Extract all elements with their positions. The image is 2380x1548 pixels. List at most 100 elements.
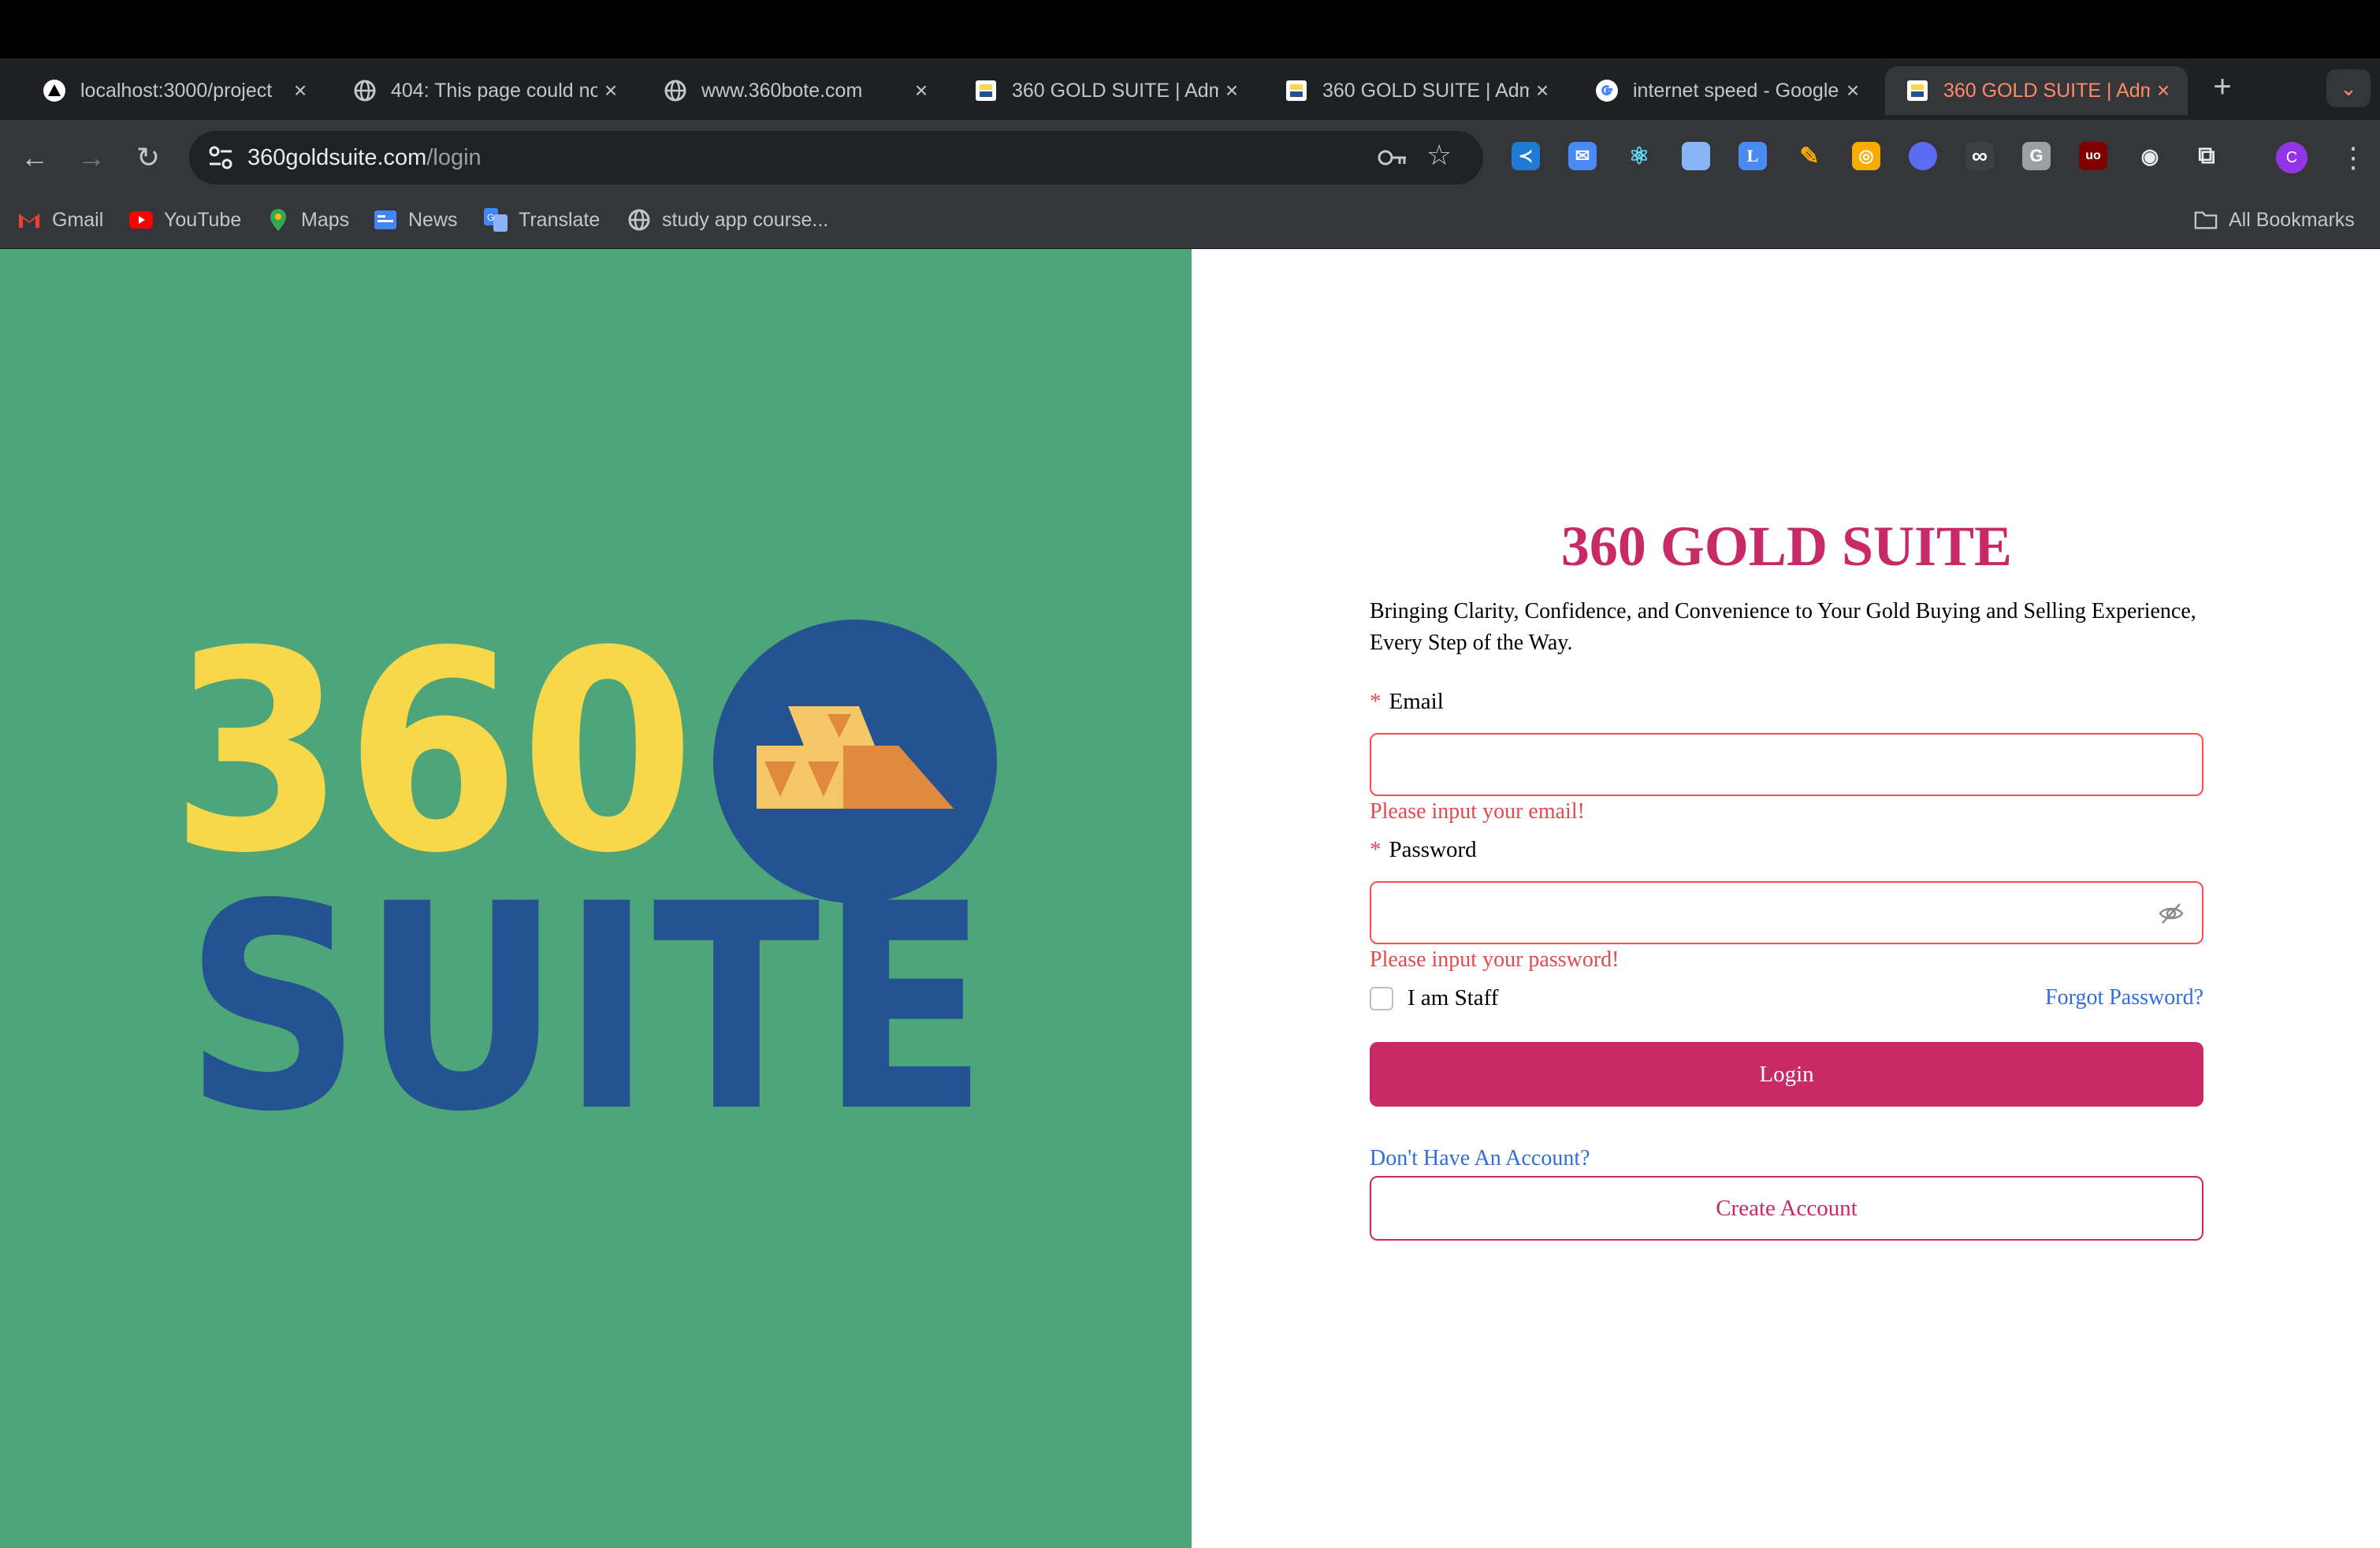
bookmark-study-app[interactable]: study app course... xyxy=(627,208,828,232)
globe-icon xyxy=(627,208,651,232)
tab-strip: localhost:3000/project × 404: This page … xyxy=(0,58,2380,120)
all-bookmarks-label: All Bookmarks xyxy=(2229,208,2355,231)
suite-favicon xyxy=(1285,79,1308,102)
bookmark-star-icon[interactable]: ☆ xyxy=(1426,139,1452,172)
bookmark-label: Maps xyxy=(301,208,350,231)
logo-suite: SUITE xyxy=(184,843,988,1124)
tab-gold-suite-2[interactable]: 360 GOLD SUITE | Admin × xyxy=(1264,66,1567,115)
gmail-icon xyxy=(17,208,41,232)
blue-orb-extension-icon[interactable] xyxy=(1909,142,1937,170)
globe-icon xyxy=(664,79,687,102)
email-error: Please input your email! xyxy=(1370,799,1585,824)
page-title: 360 GOLD SUITE xyxy=(1560,515,2013,578)
bookmark-label: News xyxy=(408,208,458,231)
translate-icon: G xyxy=(484,208,508,232)
suite-favicon xyxy=(974,79,998,102)
svg-text:G: G xyxy=(487,212,494,223)
orange-extension-icon[interactable]: ◎ xyxy=(1852,142,1880,170)
browser-menu-icon[interactable]: ⋮ xyxy=(2339,137,2367,178)
suite-favicon xyxy=(1906,79,1929,102)
password-label: * Password xyxy=(1370,837,1477,863)
password-label-text: Password xyxy=(1389,837,1477,862)
close-tab-icon[interactable]: × xyxy=(1839,78,1866,103)
tab-gold-suite-1[interactable]: 360 GOLD SUITE | Admin × xyxy=(954,66,1256,115)
bookmark-gmail[interactable]: Gmail xyxy=(17,208,103,232)
youtube-icon xyxy=(129,208,153,232)
password-error: Please input your password! xyxy=(1370,947,1620,972)
bookmark-news[interactable]: News xyxy=(374,208,458,232)
ublock-icon[interactable]: uo xyxy=(2079,142,2107,170)
tab-search-button[interactable]: ⌄ xyxy=(2326,69,2371,107)
tab-title: localhost:3000/project xyxy=(80,79,273,102)
maps-icon xyxy=(266,208,290,232)
tagline: Bringing Clarity, Confidence, and Conven… xyxy=(1370,599,2196,655)
login-page: 360 SUITE 360 GOLD SUITE Bringing Clarit… xyxy=(0,249,2380,1548)
email-field[interactable] xyxy=(1370,733,2203,796)
tab-gold-suite-active[interactable]: 360 GOLD SUITE | Admin × xyxy=(1885,66,2188,115)
g-extension-icon[interactable]: G xyxy=(2022,142,2051,170)
infinity-extension-icon[interactable]: ∞ xyxy=(1965,142,1994,170)
staff-label[interactable]: I am Staff xyxy=(1408,985,1498,1011)
url-path: /login xyxy=(426,145,482,170)
triangle-icon xyxy=(43,79,66,102)
bookmark-label: YouTube xyxy=(164,208,242,231)
bookmark-youtube[interactable]: YouTube xyxy=(129,208,241,232)
tab-localhost[interactable]: localhost:3000/project × xyxy=(22,66,325,115)
email-label: * Email xyxy=(1370,689,1444,715)
reload-button[interactable]: ↻ xyxy=(131,140,165,175)
google-icon xyxy=(1595,79,1619,102)
bookmark-label: Translate xyxy=(519,208,601,231)
profile-avatar[interactable]: C xyxy=(2276,142,2307,173)
password-key-icon[interactable] xyxy=(1378,147,1408,169)
required-mark: * xyxy=(1370,689,1382,714)
bookmark-maps[interactable]: Maps xyxy=(266,208,349,232)
360-suite-logo: 360 SUITE xyxy=(173,620,997,1124)
url-domain: 360goldsuite.com xyxy=(247,145,427,170)
login-button[interactable]: Login xyxy=(1370,1042,2203,1107)
close-tab-icon[interactable]: × xyxy=(908,78,935,103)
url-text[interactable]: 360goldsuite.com/login xyxy=(247,145,482,171)
site-settings-icon[interactable] xyxy=(205,142,236,173)
back-button[interactable]: ← xyxy=(17,140,52,175)
react-devtools-icon[interactable]: ⚛ xyxy=(1625,142,1653,170)
tab-google-search[interactable]: internet speed - Google Search × xyxy=(1575,66,1877,115)
pencil-extension-icon[interactable]: ✎ xyxy=(1795,142,1824,170)
tab-title: 360 GOLD SUITE | Admin xyxy=(1012,79,1218,102)
new-tab-button[interactable]: + xyxy=(2207,71,2238,102)
bookmark-label: Gmail xyxy=(52,208,104,231)
tab-title: www.360bote.com xyxy=(701,79,863,102)
tab-360bote[interactable]: www.360bote.com × xyxy=(643,66,946,115)
close-tab-icon[interactable]: × xyxy=(2150,78,2177,103)
forward-button[interactable]: → xyxy=(74,140,109,175)
no-account-link[interactable]: Don't Have An Account? xyxy=(1370,1146,1590,1171)
mail-extension-icon[interactable]: ✉ xyxy=(1568,142,1597,170)
l-extension-icon[interactable]: L xyxy=(1739,142,1767,170)
extensions-puzzle-icon[interactable]: ⧉ xyxy=(2192,142,2221,170)
tab-title: 360 GOLD SUITE | Admin xyxy=(1943,79,2150,102)
address-bar[interactable]: 360goldsuite.com/login ☆ xyxy=(189,131,1483,184)
tab-title: internet speed - Google Search xyxy=(1633,79,1839,102)
close-tab-icon[interactable]: × xyxy=(1529,78,1556,103)
staff-checkbox[interactable] xyxy=(1370,987,1393,1010)
tab-title: 404: This page could not be found xyxy=(391,79,597,102)
tab-title: 360 GOLD SUITE | Admin xyxy=(1322,79,1529,102)
vscode-extension-icon[interactable]: ≺ xyxy=(1512,142,1540,170)
password-field[interactable] xyxy=(1370,881,2203,944)
os-menu-bar xyxy=(0,0,2380,58)
bookmark-translate[interactable]: G Translate xyxy=(484,208,600,232)
create-account-button[interactable]: Create Account xyxy=(1370,1176,2203,1241)
eye-extension-icon[interactable]: ◉ xyxy=(2136,142,2164,170)
news-icon xyxy=(374,208,397,232)
forgot-password-link[interactable]: Forgot Password? xyxy=(2045,985,2203,1010)
close-tab-icon[interactable]: × xyxy=(597,78,624,103)
required-mark: * xyxy=(1370,837,1382,862)
tab-404[interactable]: 404: This page could not be found × xyxy=(333,66,635,115)
all-bookmarks[interactable]: All Bookmarks xyxy=(2194,208,2355,232)
eye-invisible-icon[interactable] xyxy=(2158,900,2185,927)
globe-icon xyxy=(353,79,377,102)
close-tab-icon[interactable]: × xyxy=(287,78,314,103)
folder-icon xyxy=(2194,208,2218,232)
docs-extension-icon[interactable] xyxy=(1682,142,1710,170)
close-tab-icon[interactable]: × xyxy=(1218,78,1245,103)
brand-panel: 360 SUITE xyxy=(0,249,1192,1548)
